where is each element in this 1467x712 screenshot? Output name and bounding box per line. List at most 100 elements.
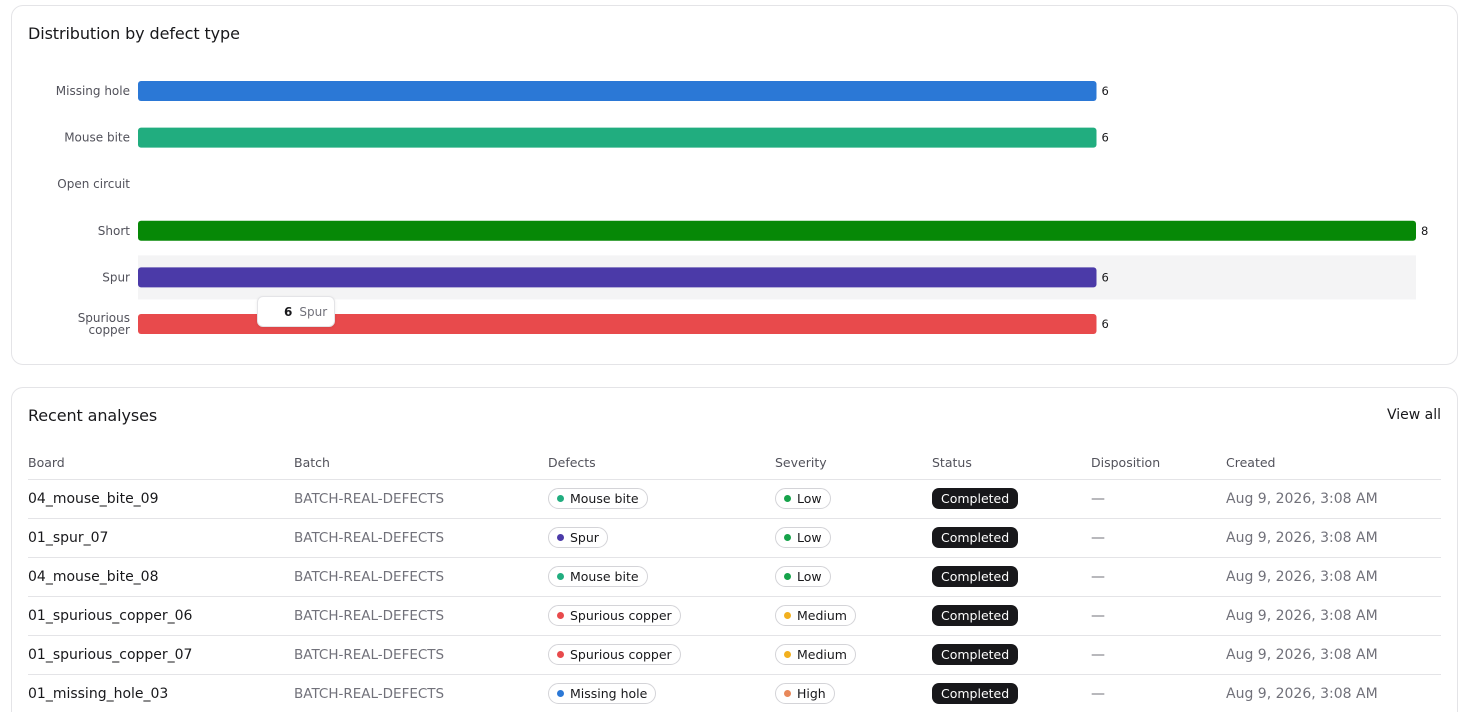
batch-id: BATCH-REAL-DEFECTS — [294, 674, 548, 712]
tooltip-series-name: Spur — [299, 304, 328, 319]
disposition-value: — — [1091, 518, 1226, 558]
severity-color-dot — [784, 573, 791, 580]
defect-label: Spurious copper — [570, 608, 672, 623]
defects-cell: Spurious copper — [548, 635, 775, 675]
created-timestamp: Aug 9, 2026, 3:08 AM — [1226, 518, 1441, 558]
board-name[interactable]: 01_spurious_copper_06 — [28, 596, 294, 636]
defect-label: Spurious copper — [570, 647, 672, 662]
board-name[interactable]: 04_mouse_bite_09 — [28, 479, 294, 519]
tooltip-value: 6 — [284, 304, 293, 319]
status-cell: Completed — [932, 518, 1091, 558]
defect-color-dot — [557, 690, 564, 697]
view-all-link[interactable]: View all — [1387, 407, 1441, 423]
severity-color-dot — [784, 690, 791, 697]
table-row[interactable]: 04_mouse_bite_08 BATCH-REAL-DEFECTS Mouse … — [28, 557, 1441, 597]
table-body: 04_mouse_bite_09 BATCH-REAL-DEFECTS Mouse … — [28, 479, 1441, 712]
category-label-line: Missing hole — [56, 84, 130, 98]
defect-badge: Spurious copper — [548, 644, 681, 665]
category-label-line: Spur — [102, 270, 130, 284]
defect-label: Missing hole — [570, 686, 648, 701]
column-header-status[interactable]: Status — [932, 445, 1091, 480]
bar[interactable] — [138, 267, 1097, 288]
defect-distribution-card: Distribution by defect type Missing hole… — [11, 5, 1458, 365]
table-row[interactable]: 04_mouse_bite_09 BATCH-REAL-DEFECTS Mouse … — [28, 479, 1441, 519]
category-label: Short — [98, 224, 130, 238]
status-cell: Completed — [932, 479, 1091, 519]
severity-cell: Low — [775, 479, 932, 519]
column-header-board[interactable]: Board — [28, 445, 294, 480]
status-badge: Completed — [932, 683, 1019, 704]
severity-cell: High — [775, 674, 932, 712]
board-name[interactable]: 04_mouse_bite_08 — [28, 557, 294, 597]
value-label: 8 — [1421, 224, 1428, 238]
disposition-value: — — [1091, 674, 1226, 712]
bar[interactable] — [138, 127, 1097, 148]
category-label: Mouse bite — [64, 131, 130, 145]
severity-color-dot — [784, 534, 791, 541]
severity-label: Low — [797, 530, 822, 545]
created-timestamp: Aug 9, 2026, 3:08 AM — [1226, 479, 1441, 519]
column-header-created[interactable]: Created — [1226, 445, 1441, 480]
bar[interactable] — [138, 81, 1097, 101]
category-label-line: Open circuit — [57, 177, 130, 191]
board-name[interactable]: 01_missing_hole_03 — [28, 674, 294, 712]
board-name[interactable]: 01_spurious_copper_07 — [28, 635, 294, 675]
severity-color-dot — [784, 612, 791, 619]
defect-badge: Missing hole — [548, 683, 657, 704]
table-row[interactable]: 01_spurious_copper_07 BATCH-REAL-DEFECTS S… — [28, 635, 1441, 675]
board-name[interactable]: 01_spur_07 — [28, 518, 294, 558]
defect-badge: Spur — [548, 527, 608, 548]
status-badge: Completed — [932, 527, 1019, 548]
status-cell: Completed — [932, 557, 1091, 597]
table-row[interactable]: 01_missing_hole_03 BATCH-REAL-DEFECTS Miss… — [28, 674, 1441, 712]
value-label: 6 — [1102, 84, 1109, 98]
recent-analyses-card: Recent analyses View all Board Batch Def… — [11, 387, 1458, 712]
defects-cell: Mouse bite — [548, 557, 775, 597]
severity-cell: Low — [775, 557, 932, 597]
severity-cell: Medium — [775, 635, 932, 675]
disposition-value: — — [1091, 557, 1226, 597]
created-timestamp: Aug 9, 2026, 3:08 AM — [1226, 674, 1441, 712]
severity-label: High — [797, 686, 826, 701]
created-timestamp: Aug 9, 2026, 3:08 AM — [1226, 596, 1441, 636]
bar[interactable] — [138, 220, 1416, 241]
severity-color-dot — [784, 651, 791, 658]
category-label: Open circuit — [57, 177, 130, 191]
category-label-line: Short — [98, 224, 130, 238]
defect-color-dot — [557, 612, 564, 619]
severity-cell: Medium — [775, 596, 932, 636]
severity-label: Medium — [797, 608, 847, 623]
defects-cell: Missing hole — [548, 674, 775, 712]
defects-cell: Spurious copper — [548, 596, 775, 636]
status-cell: Completed — [932, 635, 1091, 675]
defect-color-dot — [557, 495, 564, 502]
defect-color-dot — [557, 651, 564, 658]
severity-badge: Low — [775, 527, 831, 548]
severity-label: Medium — [797, 647, 847, 662]
severity-badge: Medium — [775, 644, 856, 665]
status-badge: Completed — [932, 488, 1019, 509]
created-timestamp: Aug 9, 2026, 3:08 AM — [1226, 557, 1441, 597]
disposition-value: — — [1091, 635, 1226, 675]
batch-id: BATCH-REAL-DEFECTS — [294, 479, 548, 519]
severity-badge: Low — [775, 488, 831, 509]
column-header-severity[interactable]: Severity — [775, 445, 932, 480]
column-header-disposition[interactable]: Disposition — [1091, 445, 1226, 480]
value-label: 6 — [1102, 317, 1109, 331]
table-row[interactable]: 01_spur_07 BATCH-REAL-DEFECTS Spur Low Compl… — [28, 518, 1441, 558]
disposition-value: — — [1091, 479, 1226, 519]
severity-label: Low — [797, 569, 822, 584]
column-header-defects[interactable]: Defects — [548, 445, 775, 480]
batch-id: BATCH-REAL-DEFECTS — [294, 518, 548, 558]
status-badge: Completed — [932, 566, 1019, 587]
status-cell: Completed — [932, 674, 1091, 712]
column-header-batch[interactable]: Batch — [294, 445, 548, 480]
defect-bar-chart: Missing hole 6 Mouse bite 6 Open circuit Shor… — [56, 81, 1428, 337]
severity-color-dot — [784, 495, 791, 502]
defect-badge: Mouse bite — [548, 488, 648, 509]
table-row[interactable]: 01_spurious_copper_06 BATCH-REAL-DEFECTS S… — [28, 596, 1441, 636]
status-cell: Completed — [932, 596, 1091, 636]
recent-analyses-title: Recent analyses — [28, 406, 158, 425]
value-label: 6 — [1102, 270, 1109, 284]
disposition-value: — — [1091, 596, 1226, 636]
